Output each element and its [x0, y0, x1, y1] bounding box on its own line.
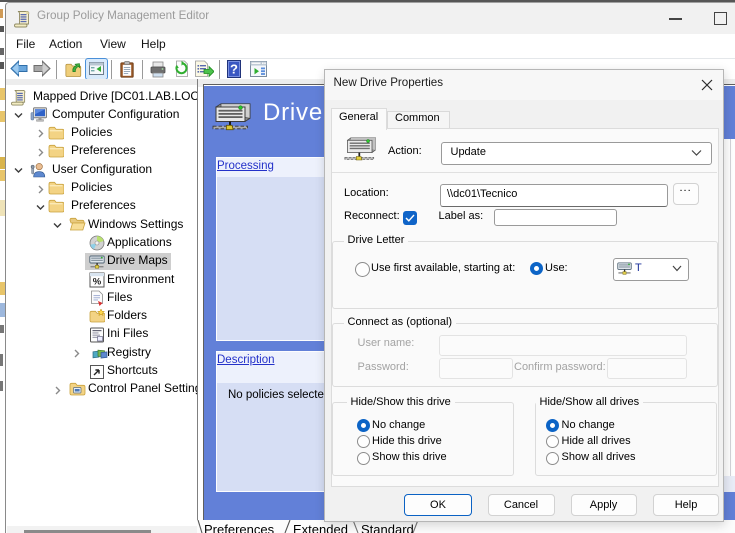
svg-text:?: ? — [230, 62, 238, 77]
svg-text:%: % — [93, 277, 102, 288]
